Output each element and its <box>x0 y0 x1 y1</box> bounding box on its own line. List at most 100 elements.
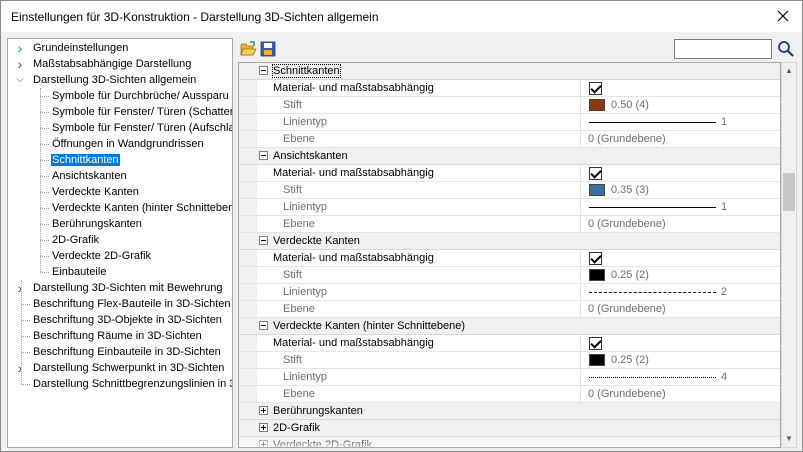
line-type-preview[interactable] <box>589 292 716 293</box>
scroll-down-icon[interactable]: ▼ <box>782 431 796 447</box>
checkbox[interactable] <box>589 167 602 180</box>
checkbox[interactable] <box>589 82 602 95</box>
search-icon[interactable] <box>777 40 795 58</box>
pen-value[interactable]: 0.50 (4) <box>611 99 649 111</box>
collapse-icon[interactable] <box>259 321 268 330</box>
column-divider <box>580 301 581 317</box>
layer-value[interactable]: 0 (Grundebene) <box>588 218 666 230</box>
property-name: Stift <box>283 99 302 111</box>
property-row[interactable]: Linientyp 1 <box>239 114 780 131</box>
expand-icon[interactable] <box>259 406 268 415</box>
pen-value[interactable]: 0.25 (2) <box>611 354 649 366</box>
column-divider <box>580 216 581 232</box>
property-row[interactable]: Stift 0.35 (3) <box>239 182 780 199</box>
tree-item-label: Verdeckte Kanten <box>52 186 139 198</box>
line-type-preview[interactable] <box>589 122 716 123</box>
pen-color-swatch[interactable] <box>589 354 605 366</box>
save-icon[interactable] <box>260 41 277 57</box>
checkbox[interactable] <box>589 337 602 350</box>
tree-item[interactable]: Beschriftung Flex-Bauteile in 3D-Sichten <box>32 296 231 312</box>
tree-item[interactable]: Beschriftung Räume in 3D-Sichten <box>32 328 203 344</box>
tree-item[interactable]: Symbole für Fenster/ Türen (Schatter <box>51 104 232 120</box>
tree-item[interactable]: Darstellung 3D-Sichten mit Bewehrung <box>32 280 224 296</box>
tree-item[interactable]: Beschriftung 3D-Objekte in 3D-Sichten <box>32 312 223 328</box>
property-row[interactable]: Ebene 0 (Grundebene) <box>239 301 780 318</box>
property-row[interactable]: Stift 0.25 (2) <box>239 267 780 284</box>
collapse-icon[interactable] <box>259 236 268 245</box>
tree-item-label: Verdeckte Kanten (hinter Schnitteber <box>52 202 232 214</box>
property-grid[interactable]: Schnittkanten Material- und maßstabsabhän… <box>238 62 781 448</box>
property-row[interactable]: Ebene 0 (Grundebene) <box>239 386 780 403</box>
property-row[interactable]: Stift 0.50 (4) <box>239 97 780 114</box>
property-name: Stift <box>283 269 302 281</box>
pen-value[interactable]: 0.35 (3) <box>611 184 649 196</box>
property-row[interactable]: Stift 0.25 (2) <box>239 352 780 369</box>
tree-item[interactable]: Darstellung Schwerpunkt in 3D-Sichten <box>32 360 225 376</box>
column-divider <box>580 80 581 96</box>
column-divider <box>580 369 581 385</box>
tree-item[interactable]: Symbole für Fenster/ Türen (Aufschla <box>51 120 232 136</box>
property-row[interactable]: Linientyp 2 <box>239 284 780 301</box>
layer-value[interactable]: 0 (Grundebene) <box>588 388 666 400</box>
tree-item[interactable]: Einbauteile <box>51 264 107 280</box>
property-row[interactable]: Material- und maßstabsabhängig <box>239 335 780 352</box>
close-icon[interactable] <box>770 5 796 27</box>
tree-item[interactable]: Beschriftung Einbauteile in 3D-Sichten <box>32 344 222 360</box>
property-grid-scrollbar[interactable]: ▲ ▼ <box>781 62 797 448</box>
layer-value[interactable]: 0 (Grundebene) <box>588 303 666 315</box>
collapse-icon[interactable] <box>259 66 268 75</box>
property-row[interactable]: Material- und maßstabsabhängig <box>239 80 780 97</box>
pen-value[interactable]: 0.25 (2) <box>611 269 649 281</box>
expand-icon[interactable] <box>259 423 268 432</box>
category-row[interactable]: Schnittkanten <box>239 63 780 80</box>
tree-item[interactable]: Verdeckte Kanten (hinter Schnitteber <box>51 200 232 216</box>
tree-item[interactable]: Darstellung Schnittbegrenzungslinien in … <box>32 376 232 392</box>
tree-item[interactable]: Verdeckte 2D-Grafik <box>51 248 152 264</box>
property-row[interactable]: Ebene 0 (Grundebene) <box>239 216 780 233</box>
tree-item[interactable]: Öffnungen in Wandgrundrissen <box>51 136 205 152</box>
category-row[interactable]: Berührungskanten <box>239 403 780 420</box>
category-row[interactable]: Verdeckte Kanten <box>239 233 780 250</box>
line-type-value: 1 <box>721 116 728 128</box>
pen-color-swatch[interactable] <box>589 269 605 281</box>
layer-value[interactable]: 0 (Grundebene) <box>588 133 666 145</box>
property-row[interactable]: Material- und maßstabsabhängig <box>239 165 780 182</box>
tree-item[interactable]: Symbole für Durchbrüche/ Aussparu <box>51 88 230 104</box>
tree-connector <box>21 280 22 384</box>
column-divider <box>580 97 581 113</box>
pen-color-swatch[interactable] <box>589 99 605 111</box>
tree-item-label: Ansichtskanten <box>52 170 127 182</box>
scroll-up-icon[interactable]: ▲ <box>782 63 796 79</box>
category-row[interactable]: Verdeckte Kanten (hinter Schnittebene) <box>239 318 780 335</box>
chevron-right-icon[interactable]: › <box>15 360 25 376</box>
tree-item[interactable]: 2D-Grafik <box>51 232 100 248</box>
tree-item[interactable]: Darstellung 3D-Sichten allgemein <box>32 72 197 88</box>
property-row[interactable]: Ebene 0 (Grundebene) <box>239 131 780 148</box>
tree-item[interactable]: Verdeckte Kanten <box>51 184 140 200</box>
tree-item[interactable]: Ansichtskanten <box>51 168 128 184</box>
settings-tree[interactable]: Grundeinstellungen › Maßstabsabhängige Dar… <box>7 38 233 448</box>
chevron-down-icon[interactable]: ⌵ <box>15 72 25 88</box>
property-row[interactable]: Linientyp 1 <box>239 199 780 216</box>
tree-item[interactable]: Maßstabsabhängige Darstellung <box>32 56 192 72</box>
chevron-right-icon[interactable]: › <box>15 280 25 296</box>
tree-item-label: 2D-Grafik <box>52 234 100 246</box>
scrollbar-thumb[interactable] <box>783 173 795 211</box>
tree-item[interactable]: Berührungskanten <box>51 216 143 232</box>
property-name: Material- und maßstabsabhängig <box>273 82 434 94</box>
tree-item[interactable]: Schnittkanten <box>51 152 120 168</box>
search-input[interactable] <box>674 39 772 59</box>
category-row[interactable]: Ansichtskanten <box>239 148 780 165</box>
row-gutter <box>239 250 257 266</box>
checkbox[interactable] <box>589 252 602 265</box>
folder-open-icon[interactable] <box>240 41 257 57</box>
chevron-right-icon[interactable]: › <box>15 40 25 56</box>
collapse-icon[interactable] <box>259 151 268 160</box>
pen-color-swatch[interactable] <box>589 184 605 196</box>
tree-item[interactable]: Grundeinstellungen <box>32 40 129 56</box>
line-type-preview[interactable] <box>589 377 716 378</box>
line-type-preview[interactable] <box>589 207 716 208</box>
chevron-right-icon[interactable]: › <box>15 56 25 72</box>
property-row[interactable]: Linientyp 4 <box>239 369 780 386</box>
property-row[interactable]: Material- und maßstabsabhängig <box>239 250 780 267</box>
